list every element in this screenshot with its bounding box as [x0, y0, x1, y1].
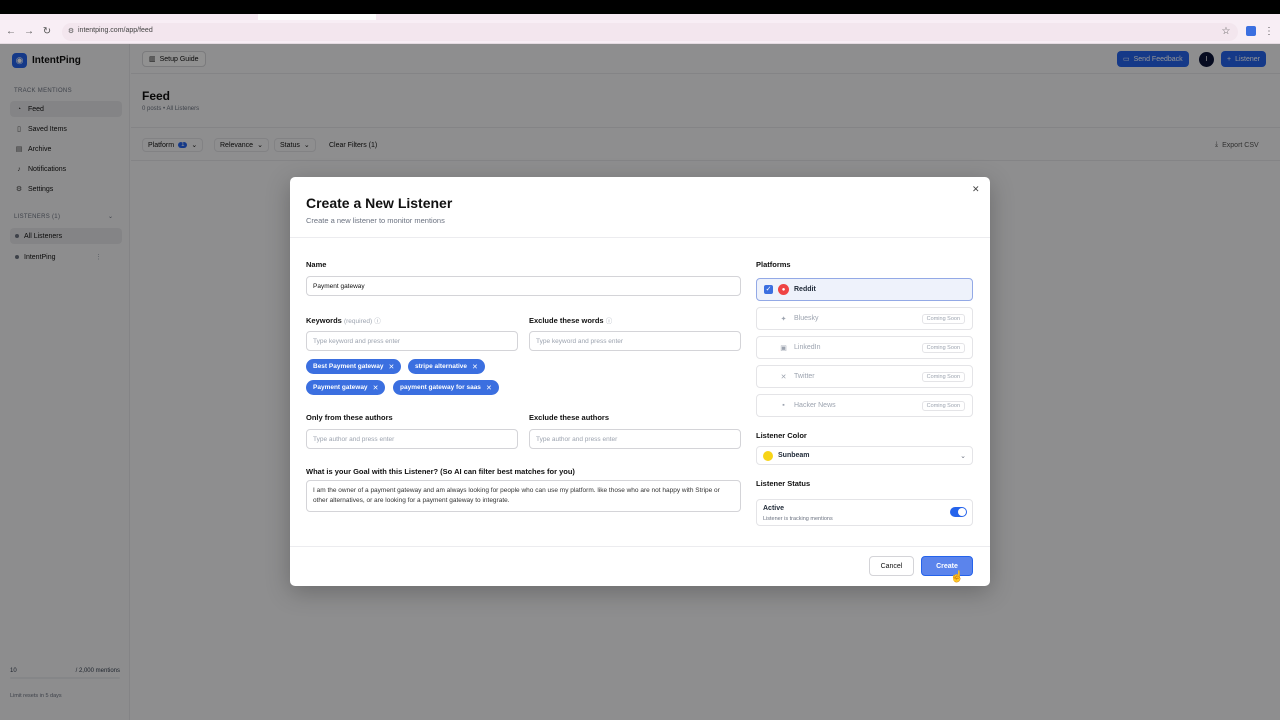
coming-soon-badge: Coming Soon: [921, 313, 965, 324]
platform-name: Bluesky: [794, 315, 819, 322]
remove-icon[interactable]: ✕: [486, 384, 492, 392]
keywords-label: Keywords (required) ⓘ: [306, 315, 381, 325]
linkedin-icon: ▣: [780, 344, 787, 352]
site-info-icon[interactable]: ⚙: [64, 25, 78, 39]
status-label: Listener Status: [756, 479, 811, 488]
modal-subtitle: Create a new listener to monitor mention…: [306, 216, 445, 225]
close-icon[interactable]: ✕: [972, 184, 980, 195]
window-top-bar: [0, 0, 1280, 14]
coming-soon-badge: Coming Soon: [921, 371, 965, 382]
platform-reddit[interactable]: ✓ ● Reddit: [756, 278, 973, 301]
active-toggle[interactable]: [950, 507, 967, 517]
color-select[interactable]: Sunbeam ⌄: [756, 446, 973, 465]
info-icon[interactable]: ⓘ: [606, 318, 613, 325]
platform-linkedin: ▣ LinkedIn Coming Soon: [756, 336, 973, 359]
keyword-chip: Best Payment gateway ✕: [306, 359, 402, 374]
remove-icon[interactable]: ✕: [388, 363, 394, 371]
goal-label: What is your Goal with this Listener? (S…: [306, 467, 575, 476]
exclude-authors-input[interactable]: Type author and press enter: [529, 429, 741, 449]
keyword-chip-label: stripe alternative: [415, 363, 468, 370]
address-bar: ← → ↻ ⚙ intentping.com/app/feed ☆ ⋮: [0, 20, 1280, 44]
color-swatch: [763, 450, 773, 461]
star-icon[interactable]: ☆: [1219, 25, 1233, 39]
forward-icon[interactable]: →: [22, 25, 36, 39]
exclude-words-label: Exclude these words ⓘ: [529, 315, 612, 325]
checkbox-icon: [764, 314, 773, 323]
coming-soon-badge: Coming Soon: [921, 400, 965, 411]
menu-icon[interactable]: ⋮: [1262, 25, 1276, 39]
keywords-label-text: Keywords: [306, 316, 342, 325]
checkbox-checked-icon[interactable]: ✓: [764, 285, 773, 294]
color-label: Listener Color: [756, 431, 807, 440]
coming-soon-badge: Coming Soon: [921, 342, 965, 353]
back-icon[interactable]: ←: [4, 25, 18, 39]
platform-name: Hacker News: [794, 402, 836, 409]
modal-title: Create a New Listener: [306, 195, 453, 211]
status-subtitle: Listener is tracking mentions: [763, 516, 833, 522]
pointer-cursor-icon: ☝: [950, 571, 964, 583]
keyword-chip: stripe alternative ✕: [408, 359, 485, 374]
platforms-label: Platforms: [756, 260, 791, 269]
platform-name: LinkedIn: [794, 344, 821, 351]
remove-icon[interactable]: ✕: [472, 363, 478, 371]
platform-bluesky: ✦ Bluesky Coming Soon: [756, 307, 973, 330]
platform-name: Reddit: [794, 286, 816, 293]
name-input[interactable]: Payment gateway: [306, 276, 741, 296]
name-label: Name: [306, 260, 327, 269]
goal-textarea[interactable]: I am the owner of a payment gateway and …: [306, 480, 741, 512]
create-listener-modal: ✕ Create a New Listener Create a new lis…: [290, 177, 990, 586]
keyword-chip-label: Best Payment gateway: [313, 363, 384, 370]
checkbox-icon: [764, 343, 773, 352]
keyword-chip: payment gateway for saas ✕: [393, 380, 499, 395]
checkbox-icon: [764, 372, 773, 381]
keyword-chip: Payment gateway ✕: [306, 380, 386, 395]
butterfly-icon: ✦: [780, 315, 787, 323]
checkbox-icon: [764, 401, 773, 410]
remove-icon[interactable]: ✕: [373, 384, 379, 392]
reddit-icon: ●: [778, 284, 789, 295]
info-icon[interactable]: ⓘ: [374, 318, 381, 325]
exclude-authors-label: Exclude these authors: [529, 413, 610, 422]
status-box: Active Listener is tracking mentions: [756, 499, 973, 526]
cancel-button[interactable]: Cancel: [869, 556, 914, 576]
keywords-required: (required): [343, 318, 373, 325]
exclude-words-label-text: Exclude these words: [529, 316, 604, 325]
divider: [290, 237, 990, 238]
extension-icon[interactable]: [1246, 26, 1256, 36]
url-text: intentping.com/app/feed: [78, 27, 153, 34]
chevron-down-icon: ⌄: [960, 452, 966, 460]
keywords-input[interactable]: Type keyword and press enter: [306, 331, 518, 351]
create-button[interactable]: Create: [921, 556, 973, 576]
divider: [290, 546, 990, 547]
only-authors-label: Only from these authors: [306, 413, 393, 422]
platform-name: Twitter: [794, 373, 815, 380]
platform-hacker-news: ▪ Hacker News Coming Soon: [756, 394, 973, 417]
url-field[interactable]: ⚙ intentping.com/app/feed: [62, 23, 1238, 41]
color-value: Sunbeam: [778, 452, 810, 459]
reload-icon[interactable]: ↻: [40, 25, 54, 39]
platform-twitter: ✕ Twitter Coming Soon: [756, 365, 973, 388]
x-logo-icon: ✕: [780, 373, 787, 381]
only-authors-input[interactable]: Type author and press enter: [306, 429, 518, 449]
keyword-chip-label: payment gateway for saas: [400, 384, 481, 391]
status-title: Active: [763, 505, 785, 512]
keyword-chip-label: Payment gateway: [313, 384, 368, 391]
hacker-news-icon: ▪: [782, 402, 785, 409]
exclude-words-input[interactable]: Type keyword and press enter: [529, 331, 741, 351]
